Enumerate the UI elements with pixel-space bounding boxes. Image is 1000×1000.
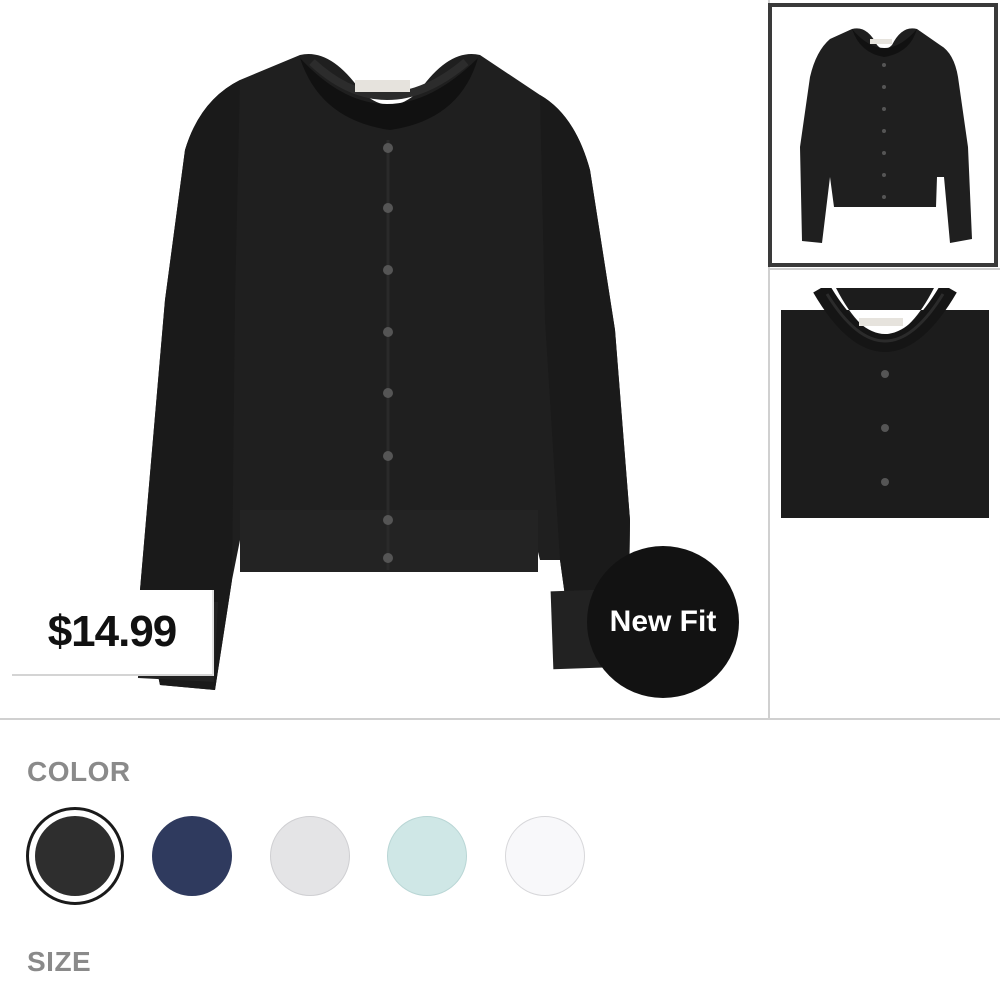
thumbnail-divider: [770, 268, 1000, 270]
swatch-white[interactable]: [505, 816, 585, 896]
new-fit-badge: New Fit: [587, 546, 739, 698]
price-tag: $14.99: [12, 590, 214, 676]
thumbnail-full-front[interactable]: [768, 3, 998, 267]
swatch-navy[interactable]: [152, 816, 232, 896]
swatch-black-selected-ring[interactable]: [26, 807, 124, 905]
main-product-image[interactable]: $14.99 New Fit: [0, 0, 768, 718]
color-section-label: COLOR: [27, 756, 131, 787]
thumbnail-neckline-detail[interactable]: [781, 288, 989, 518]
swatch-mint[interactable]: [387, 816, 467, 896]
cardigan-thumbnail-image: [800, 28, 972, 244]
size-section-label: SIZE: [27, 946, 92, 977]
swatch-light-gray[interactable]: [270, 816, 350, 896]
neckline-detail-image: [781, 288, 989, 518]
swatch-black: [35, 816, 115, 896]
horizontal-divider: [0, 718, 1000, 720]
